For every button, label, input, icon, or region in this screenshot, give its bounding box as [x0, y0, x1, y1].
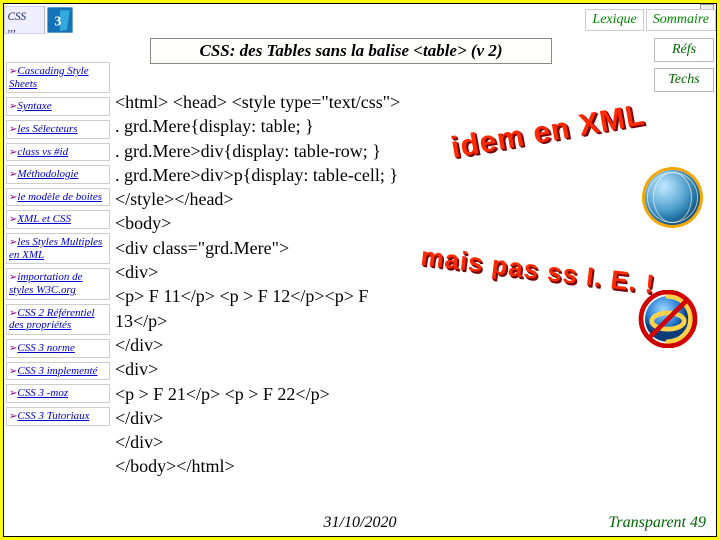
code-line: . grd.Mere>div>p{display: table-cell; } — [115, 163, 415, 187]
nav-item[interactable]: ➢CSS 3 -moz — [6, 384, 110, 403]
nav-link[interactable]: Méthodologie — [17, 168, 78, 180]
nav-link[interactable]: CSS 3 -moz — [17, 387, 68, 399]
nav-link[interactable]: Cascading Style Sheets — [9, 65, 89, 90]
nav-item[interactable]: ➢class vs #id — [6, 143, 110, 162]
code-line: <p> F 11</p> <p > F 12</p><p> F 13</p> — [115, 284, 415, 333]
top-bar: CSS ,,, 3 Lexique Sommaire — [4, 4, 716, 36]
tab-sommaire[interactable]: Sommaire — [646, 9, 716, 31]
code-line: <html> <head> <style type="text/css"> — [115, 90, 415, 114]
code-line: </div> — [115, 333, 415, 357]
nav-link[interactable]: importation de styles W3C.org — [9, 271, 82, 296]
footer-transparent: Transparent 49 — [608, 514, 706, 532]
code-line: <div> — [115, 260, 415, 284]
code-line: </div> — [115, 406, 415, 430]
nav-link[interactable]: CSS 3 implementé — [17, 365, 97, 377]
left-nav: ➢Cascading Style Sheets ➢Syntaxe ➢les Séle… — [6, 62, 110, 430]
right-side-buttons: Réfs Techs — [654, 38, 714, 98]
code-block: <html> <head> <style type="text/css">. g… — [115, 90, 415, 479]
nav-link[interactable]: class vs #id — [17, 146, 68, 158]
code-line: <p > F 21</p> <p > F 22</p> — [115, 382, 415, 406]
nav-link[interactable]: les Sélecteurs — [17, 123, 77, 135]
nav-item[interactable]: ➢le modèle de boites — [6, 188, 110, 207]
code-line: <div> — [115, 357, 415, 381]
code-line: . grd.Mere{display: table; } — [115, 114, 415, 138]
code-line: . grd.Mere>div{display: table-row; } — [115, 139, 415, 163]
nav-link[interactable]: les Styles Multiples en XML — [9, 236, 102, 261]
slide-root: CSS ,,, 3 Lexique Sommaire CSS: des Tabl… — [0, 0, 720, 540]
nav-link[interactable]: CSS 2 Référentiel des propriétés — [9, 307, 95, 332]
nav-item[interactable]: ➢les Styles Multiples en XML — [6, 233, 110, 264]
nav-link[interactable]: XML et CSS — [17, 213, 71, 225]
code-line: </style></head> — [115, 187, 415, 211]
slide-title: CSS: des Tables sans la balise <table> (… — [150, 38, 552, 64]
ie-forbidden-icon — [634, 290, 702, 348]
nav-link[interactable]: le modèle de boites — [17, 191, 102, 203]
nav-link[interactable]: Syntaxe — [17, 100, 51, 112]
nav-item[interactable]: ➢Méthodologie — [6, 165, 110, 184]
css-logo-icon: CSS ,,, 3 — [4, 6, 88, 34]
nav-link[interactable]: CSS 3 norme — [17, 342, 74, 354]
btn-refs[interactable]: Réfs — [654, 38, 714, 62]
nav-link[interactable]: CSS 3 Tutoriaux — [17, 410, 89, 422]
nav-item[interactable]: ➢CSS 3 norme — [6, 339, 110, 358]
code-line: <body> — [115, 211, 415, 235]
nav-item[interactable]: ➢CSS 3 implementé — [6, 362, 110, 381]
code-line: </div> — [115, 430, 415, 454]
nav-item[interactable]: ➢XML et CSS — [6, 210, 110, 229]
code-line: <div class="grd.Mere"> — [115, 236, 415, 260]
code-line: </body></html> — [115, 454, 415, 478]
svg-text:3: 3 — [54, 15, 61, 30]
nav-item[interactable]: ➢Cascading Style Sheets — [6, 62, 110, 93]
nav-item[interactable]: ➢CSS 2 Référentiel des propriétés — [6, 304, 110, 335]
nav-item[interactable]: ➢les Sélecteurs — [6, 120, 110, 139]
nav-item[interactable]: ➢importation de styles W3C.org — [6, 268, 110, 299]
btn-techs[interactable]: Techs — [654, 68, 714, 92]
tab-lexique[interactable]: Lexique — [585, 9, 643, 31]
svg-text:CSS: CSS — [8, 11, 27, 23]
nav-item[interactable]: ➢CSS 3 Tutoriaux — [6, 407, 110, 426]
nav-item[interactable]: ➢Syntaxe — [6, 97, 110, 116]
globe-browser-icon — [645, 170, 700, 225]
svg-text:,,,: ,,, — [8, 22, 17, 34]
